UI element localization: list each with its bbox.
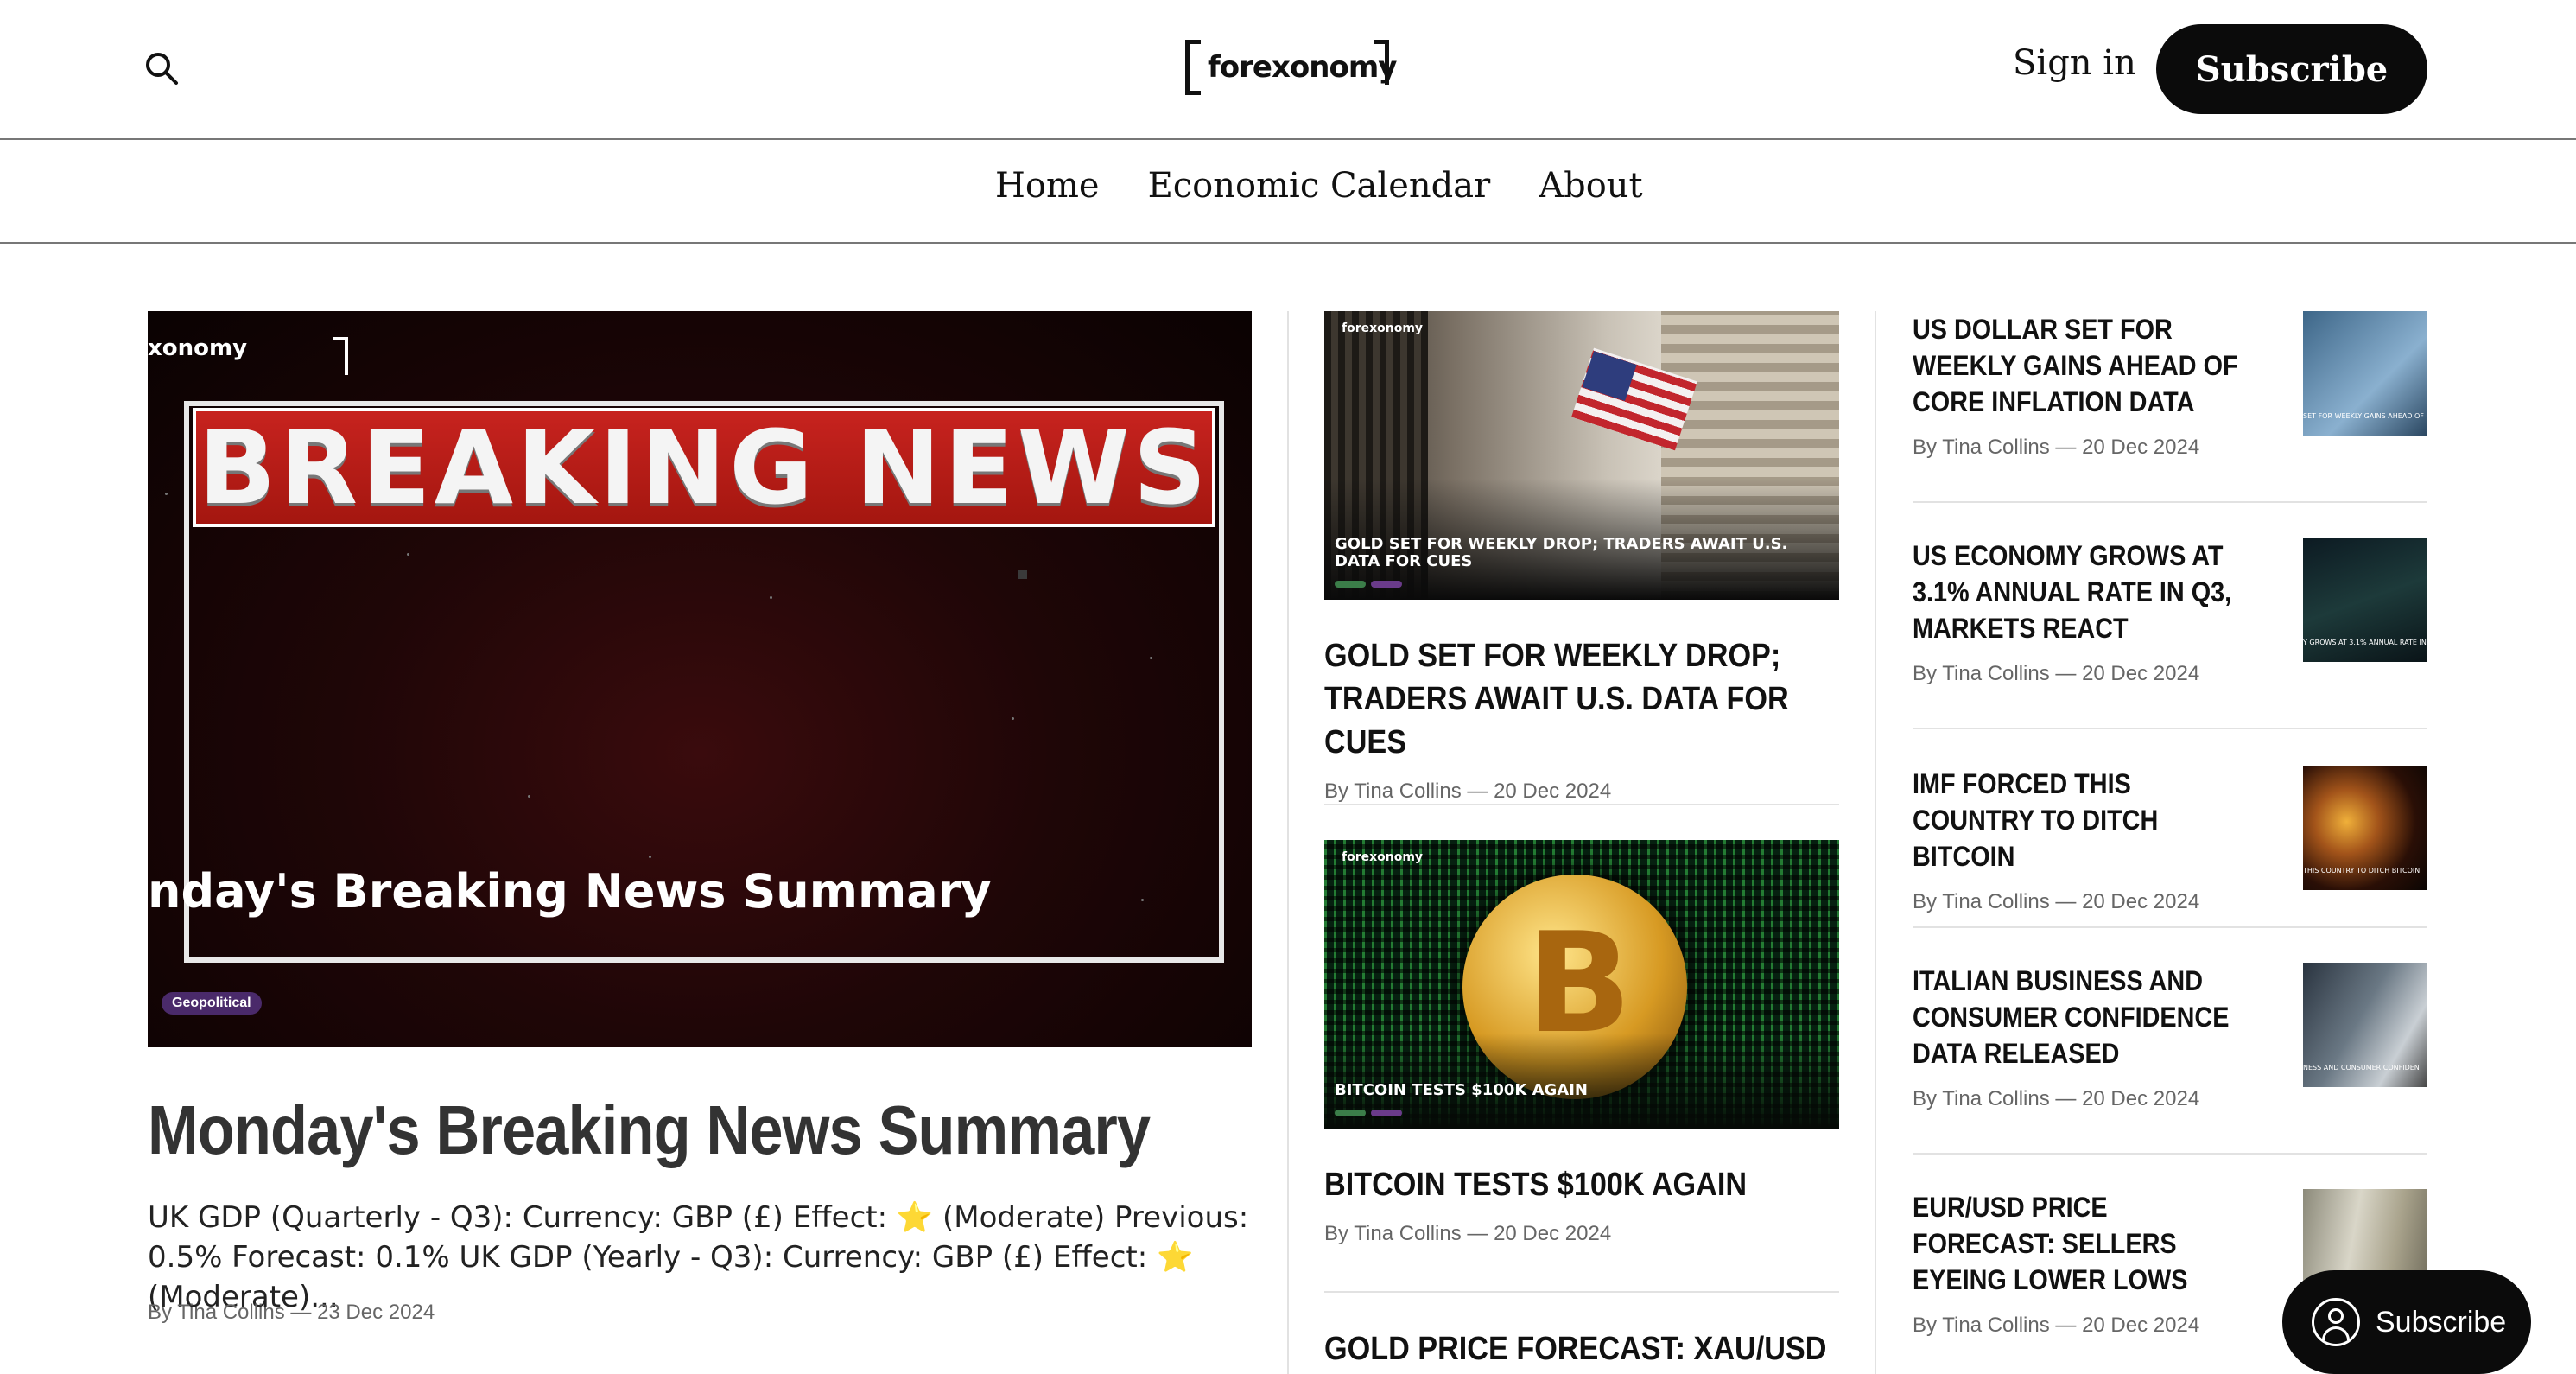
featured-excerpt: UK GDP (Quarterly - Q3): Currency: GBP (… bbox=[148, 1200, 1249, 1314]
divider bbox=[1913, 1153, 2427, 1155]
side-article-thumbnail[interactable]: THIS COUNTRY TO DITCH BITCOIN bbox=[2303, 766, 2427, 890]
side-article-thumbnail[interactable]: NESS AND CONSUMER CONFIDEN bbox=[2303, 963, 2427, 1087]
side-article: US DOLLAR SET FOR WEEKLY GAINS AHEAD OF … bbox=[1913, 311, 2427, 460]
column-divider-2 bbox=[1875, 311, 1876, 1374]
side-article-title[interactable]: EUR/USD PRICE FORECAST: SELLERS EYEING L… bbox=[1913, 1189, 2255, 1298]
nav-item-home[interactable]: Home bbox=[995, 166, 1100, 206]
logo-bracket-left bbox=[1185, 40, 1201, 95]
article-image-logo: forexonomy bbox=[1342, 321, 1424, 335]
column-divider-1 bbox=[1287, 311, 1289, 1374]
side-article: ITALIAN BUSINESS AND CONSUMER CONFIDENCE… bbox=[1913, 963, 2427, 1111]
article-image-caption: BITCOIN TESTS $100K AGAIN bbox=[1335, 1081, 1588, 1099]
article-meta: By Tina Collins — 20 Dec 2024 bbox=[1324, 1222, 1612, 1245]
article-card: B forexonomy BITCOIN TESTS $100K AGAIN B… bbox=[1324, 840, 1839, 1246]
nav-item-about[interactable]: About bbox=[1539, 166, 1642, 206]
main-nav: Home Economic Calendar About bbox=[0, 140, 2576, 244]
side-article-title[interactable]: ITALIAN BUSINESS AND CONSUMER CONFIDENCE… bbox=[1913, 963, 2255, 1072]
signin-link[interactable]: Sign in bbox=[2013, 43, 2136, 83]
thumbnail-caption: THIS COUNTRY TO DITCH BITCOIN bbox=[2303, 867, 2421, 875]
side-article-meta: By Tina Collins — 20 Dec 2024 bbox=[1913, 662, 2200, 685]
article-meta: By Tina Collins — 20 Dec 2024 bbox=[1324, 779, 1612, 803]
featured-image[interactable]: xonomy BREAKING NEWS nday's Breaking New… bbox=[148, 311, 1252, 1047]
side-article-meta: By Tina Collins — 20 Dec 2024 bbox=[1913, 890, 2200, 913]
side-article-thumbnail[interactable]: Y GROWS AT 3.1% ANNUAL RATE IN bbox=[2303, 538, 2427, 662]
site-header: forexonomy Sign in Subscribe bbox=[0, 0, 2576, 140]
breaking-news-banner-text: BREAKING NEWS bbox=[198, 408, 1210, 527]
user-icon bbox=[2312, 1298, 2360, 1346]
thumbnail-caption: NESS AND CONSUMER CONFIDEN bbox=[2303, 1064, 2420, 1072]
article-image-logo: forexonomy bbox=[1342, 850, 1424, 864]
article-image[interactable]: B forexonomy BITCOIN TESTS $100K AGAIN bbox=[1324, 840, 1839, 1129]
side-article: IMF FORCED THIS COUNTRY TO DITCH BITCOIN… bbox=[1913, 766, 2427, 914]
article-title[interactable]: BITCOIN TESTS $100K AGAIN bbox=[1324, 1163, 1837, 1206]
side-article-title[interactable]: IMF FORCED THIS COUNTRY TO DITCH BITCOIN bbox=[1913, 766, 2255, 875]
article-image-caption: GOLD SET FOR WEEKLY DROP; TRADERS AWAIT … bbox=[1335, 535, 1788, 570]
side-article: US ECONOMY GROWS AT 3.1% ANNUAL RATE IN … bbox=[1913, 538, 2427, 686]
side-article-meta: By Tina Collins — 20 Dec 2024 bbox=[1913, 436, 2200, 459]
article-image[interactable]: forexonomy GOLD SET FOR WEEKLY DROP; TRA… bbox=[1324, 311, 1839, 600]
decor-square bbox=[1018, 570, 1027, 579]
breaking-news-banner: BREAKING NEWS bbox=[193, 408, 1215, 527]
thumbnail-caption: SET FOR WEEKLY GAINS AHEAD OF CO bbox=[2303, 412, 2427, 420]
divider bbox=[1913, 728, 2427, 729]
divider bbox=[1324, 804, 1839, 805]
article-title[interactable]: GOLD PRICE FORECAST: XAU/USD bbox=[1324, 1327, 1837, 1371]
search-button[interactable] bbox=[143, 50, 181, 88]
article-title[interactable]: GOLD SET FOR WEEKLY DROP; TRADERS AWAIT … bbox=[1324, 634, 1837, 764]
side-article-title[interactable]: US DOLLAR SET FOR WEEKLY GAINS AHEAD OF … bbox=[1913, 311, 2255, 420]
floating-subscribe-button[interactable]: Subscribe bbox=[2282, 1270, 2531, 1374]
thumbnail-caption: Y GROWS AT 3.1% ANNUAL RATE IN bbox=[2303, 639, 2427, 646]
featured-meta: By Tina Collins — 23 Dec 2024 bbox=[148, 1301, 435, 1324]
side-article-meta: By Tina Collins — 20 Dec 2024 bbox=[1913, 1087, 2200, 1110]
featured-image-tag: Geopolitical bbox=[162, 992, 262, 1015]
side-article-title[interactable]: US ECONOMY GROWS AT 3.1% ANNUAL RATE IN … bbox=[1913, 538, 2255, 646]
featured-image-logo: xonomy bbox=[148, 335, 248, 361]
divider bbox=[1324, 1291, 1839, 1293]
subscribe-button[interactable]: Subscribe bbox=[2156, 24, 2427, 114]
floating-subscribe-label: Subscribe bbox=[2376, 1305, 2507, 1339]
featured-image-logo-bracket bbox=[333, 337, 348, 375]
side-article-thumbnail[interactable]: SET FOR WEEKLY GAINS AHEAD OF CO bbox=[2303, 311, 2427, 436]
search-icon bbox=[146, 53, 178, 85]
divider bbox=[1913, 501, 2427, 503]
featured-image-caption: nday's Breaking News Summary bbox=[148, 864, 992, 919]
nav-item-economic-calendar[interactable]: Economic Calendar bbox=[1148, 166, 1491, 206]
site-logo[interactable]: forexonomy bbox=[1185, 40, 1397, 97]
divider bbox=[1913, 926, 2427, 928]
article-card: forexonomy GOLD SET FOR WEEKLY DROP; TRA… bbox=[1324, 311, 1839, 804]
featured-title[interactable]: Monday's Breaking News Summary bbox=[148, 1091, 1151, 1170]
logo-text: forexonomy bbox=[1208, 50, 1397, 85]
